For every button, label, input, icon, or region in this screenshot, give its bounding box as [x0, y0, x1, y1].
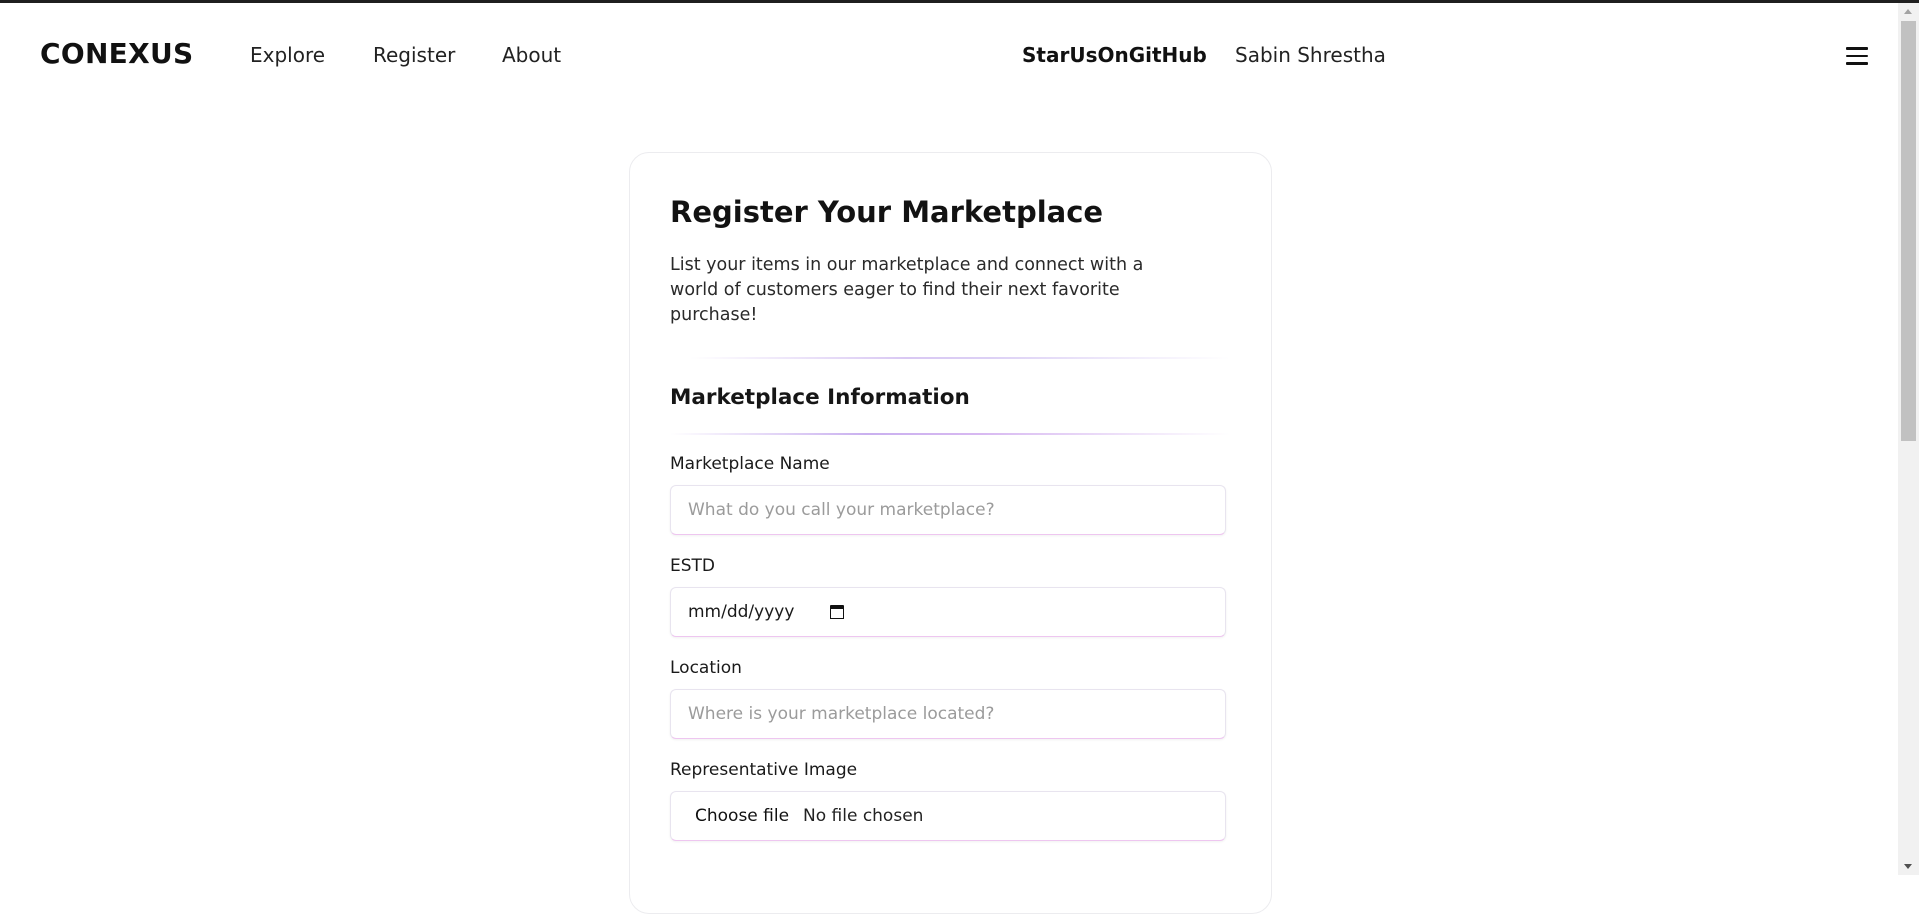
calendar-body [830, 608, 844, 619]
representative-image-label: Representative Image [670, 760, 858, 780]
menu-bar-line [1846, 47, 1868, 50]
estd-label: ESTD [670, 556, 716, 576]
marketplace-name-label: Marketplace Name [670, 454, 830, 474]
header-divider [690, 357, 1230, 359]
hamburger-menu-icon[interactable] [1846, 47, 1868, 65]
form-title: Register Your Marketplace [670, 195, 1104, 229]
menu-bar-line [1846, 62, 1868, 65]
scroll-down-arrow-icon[interactable] [1898, 858, 1919, 875]
estd-date-value: mm/dd/yyyy [688, 602, 795, 622]
scroll-up-arrow-icon[interactable] [1898, 3, 1919, 20]
calendar-header [830, 605, 844, 609]
page-scrollbar[interactable] [1898, 3, 1919, 875]
register-marketplace-card: Register Your Marketplace List your item… [629, 152, 1272, 914]
user-name[interactable]: Sabin Shrestha [1235, 43, 1386, 67]
scrollbar-thumb[interactable] [1901, 21, 1916, 441]
location-label: Location [670, 658, 742, 678]
location-placeholder: Where is your marketplace located? [688, 704, 995, 724]
menu-bar-line [1846, 54, 1868, 58]
estd-date-input[interactable]: mm/dd/yyyy [670, 587, 1226, 637]
location-input[interactable]: Where is your marketplace located? [670, 689, 1226, 739]
brand-logo[interactable]: CONEXUS [40, 37, 194, 70]
star-on-github-link[interactable]: StarUsOnGitHub [1022, 43, 1207, 67]
calendar-icon[interactable] [830, 605, 844, 619]
nav-link-about[interactable]: About [502, 43, 561, 67]
choose-file-button[interactable]: Choose file [695, 806, 789, 826]
navbar: CONEXUS Explore Register About StarUsOnG… [0, 3, 1898, 103]
section-divider [670, 433, 1230, 435]
marketplace-name-placeholder: What do you call your marketplace? [688, 500, 995, 520]
file-status-text: No file chosen [803, 806, 924, 826]
nav-link-register[interactable]: Register [373, 43, 455, 67]
nav-link-explore[interactable]: Explore [250, 43, 325, 67]
section-title: Marketplace Information [670, 385, 970, 410]
marketplace-name-input[interactable]: What do you call your marketplace? [670, 485, 1226, 535]
representative-image-file-input[interactable]: Choose file No file chosen [670, 791, 1226, 841]
form-description: List your items in our marketplace and c… [670, 255, 1144, 325]
